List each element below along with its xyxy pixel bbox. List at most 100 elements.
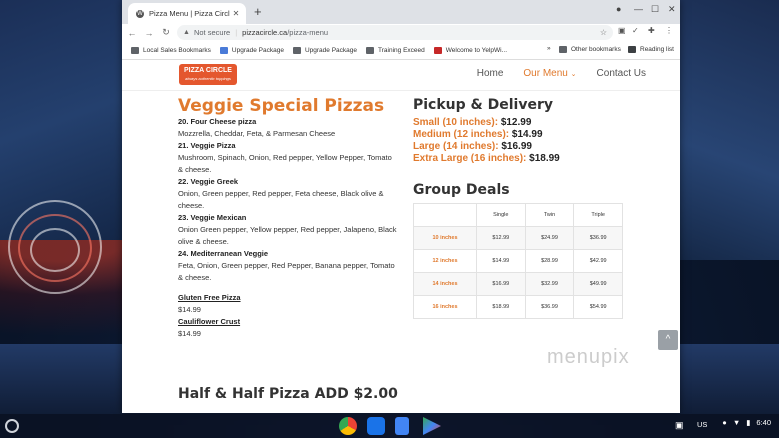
other-bookmarks[interactable]: Other bookmarks <box>559 46 621 53</box>
minimize-icon[interactable]: — <box>634 4 643 14</box>
table-cell: 14 inches <box>413 272 477 296</box>
bookmarks-overflow[interactable]: » <box>547 45 551 52</box>
table-cell: $36.99 <box>573 226 623 250</box>
record-icon[interactable]: ● <box>616 4 621 14</box>
table-cell: 10 inches <box>413 226 477 250</box>
files-icon[interactable] <box>367 417 385 435</box>
group-deals-table: Single Twin Triple 10 inches $12.99 $24.… <box>413 203 623 319</box>
folder-icon <box>292 46 301 54</box>
address-separator: | <box>235 28 238 37</box>
pizza-name: 23. Veggie Mexican <box>178 213 247 222</box>
table-header-row: Single Twin Triple <box>413 203 623 227</box>
pizza-desc: Mushroom, Spinach, Onion, Red pepper, Ye… <box>178 153 392 162</box>
bookmark-label: Upgrade Package <box>304 46 358 54</box>
security-status: Not secure <box>193 28 231 37</box>
back-icon[interactable]: ← <box>125 28 139 38</box>
bookmark-folder[interactable]: Local Sales Bookmarks <box>131 46 211 54</box>
logo-tagline: always authentic toppings <box>185 76 231 81</box>
size-label: Medium (12 inches): <box>413 129 510 140</box>
forward-icon[interactable]: → <box>142 28 156 38</box>
table-cell: $18.99 <box>476 295 526 319</box>
site-logo[interactable]: PIZZA CIRCLE always authentic toppings <box>179 64 237 85</box>
pizza-desc: & cheese. <box>178 165 212 174</box>
browser-window: W Pizza Menu | Pizza Circle ✕ + ● — ☐ ✕ … <box>122 0 680 413</box>
pizza-name: 22. Veggie Greek <box>178 177 239 186</box>
status-area[interactable]: ● ▼ ▮ 6:40 <box>722 418 771 427</box>
docs-icon[interactable] <box>395 417 409 435</box>
locale-indicator[interactable]: US <box>697 420 707 429</box>
bookmark-link[interactable]: Welcome to YelpWi... <box>433 46 508 54</box>
close-window-icon[interactable]: ✕ <box>668 4 676 15</box>
bookmark-link[interactable]: Upgrade Package <box>219 46 284 54</box>
table-row: 12 inches $14.99 $28.99 $42.99 <box>413 249 623 273</box>
bookmark-star-icon[interactable]: ☆ <box>600 28 607 37</box>
close-tab-icon[interactable]: ✕ <box>230 9 242 18</box>
table-cell: $16.99 <box>476 272 526 296</box>
pizza-desc: Onion Green pepper, Yellow pepper, Red p… <box>178 225 397 246</box>
warning-icon[interactable]: ▲ <box>183 29 190 36</box>
bookmarks-bar: Local Sales Bookmarks Upgrade Package Up… <box>122 41 680 60</box>
price-line: Small (10 inches): $12.99 <box>413 117 643 129</box>
extension-icon[interactable]: ▣ <box>618 26 626 35</box>
tab-pizza-menu[interactable]: W Pizza Menu | Pizza Circle ✕ <box>128 3 246 24</box>
clock: 6:40 <box>756 418 771 427</box>
size-label: Large (14 inches): <box>413 141 499 152</box>
pizza-desc: & cheese. <box>178 273 212 282</box>
scroll-to-top-button[interactable]: ^ <box>658 330 678 350</box>
table-header: Single <box>476 203 526 227</box>
bookmark-label: Other bookmarks <box>571 46 621 53</box>
table-row: 16 inches $18.99 $36.99 $54.99 <box>413 295 623 319</box>
play-store-icon[interactable] <box>423 417 441 435</box>
extra-name: Gluten Free Pizza <box>178 293 241 302</box>
page-icon <box>219 46 228 54</box>
light-ring <box>30 228 80 272</box>
watermark: menupix <box>547 346 630 368</box>
pizza-name: 21. Veggie Pizza <box>178 141 236 150</box>
tab-strip: W Pizza Menu | Pizza Circle ✕ + ● — ☐ ✕ <box>122 0 680 24</box>
launcher-icon[interactable] <box>5 419 19 433</box>
table-cell: $28.99 <box>524 249 575 273</box>
tab-title: Pizza Menu | Pizza Circle <box>149 9 230 18</box>
address-path: /pizza-menu <box>287 28 329 37</box>
bookmark-folder[interactable]: Training Exceed <box>366 46 425 54</box>
main-nav: Home Our Menu ⌄ Contact Us <box>477 68 646 79</box>
nav-home[interactable]: Home <box>477 68 504 79</box>
menu-dots-icon[interactable]: ⋮ <box>665 26 673 35</box>
vpn-extension-icon[interactable]: ✓ <box>632 26 639 35</box>
reading-list[interactable]: Reading list <box>628 46 674 53</box>
wifi-icon: ▼ <box>732 418 741 427</box>
pizza-item: 21. Veggie Pizza Mushroom, Spinach, Onio… <box>178 140 398 176</box>
table-cell: $14.99 <box>476 249 526 273</box>
new-tab-button[interactable]: + <box>254 4 262 20</box>
maximize-icon[interactable]: ☐ <box>651 4 659 15</box>
size-price: $14.99 <box>511 129 543 140</box>
nav-our-menu[interactable]: Our Menu ⌄ <box>523 68 576 79</box>
table-cell: $24.99 <box>524 226 575 250</box>
bookmark-label: Welcome to YelpWi... <box>445 46 508 54</box>
tote-icon[interactable]: ▣ <box>675 420 684 431</box>
size-label: Extra Large (16 inches): <box>413 153 527 164</box>
bookmark-label: Local Sales Bookmarks <box>143 46 211 54</box>
bookmark-folder[interactable]: Upgrade Package <box>292 46 358 54</box>
nav-contact-us[interactable]: Contact Us <box>597 68 646 79</box>
size-price: $12.99 <box>500 117 532 128</box>
pizza-item: 24. Mediterranean Veggie Feta, Onion, Gr… <box>178 248 398 284</box>
browser-toolbar: ← → ↻ ▲ Not secure | pizzacircle.ca /piz… <box>122 24 680 41</box>
reading-list-icon <box>628 46 636 53</box>
puzzle-icon[interactable]: ✚ <box>648 26 655 35</box>
price-line: Medium (12 inches): $14.99 <box>413 129 643 141</box>
bookmark-label: Reading list <box>640 46 674 53</box>
table-row: 14 inches $16.99 $32.99 $49.99 <box>413 272 623 296</box>
pizza-desc: Mozzrella, Cheddar, Feta, & Parmesan Che… <box>178 129 336 138</box>
pizza-item: 23. Veggie Mexican Onion Green pepper, Y… <box>178 212 398 248</box>
address-bar[interactable]: ▲ Not secure | pizzacircle.ca /pizza-men… <box>177 25 613 40</box>
table-row: 10 inches $12.99 $24.99 $36.99 <box>413 226 623 250</box>
nav-label: Our Menu <box>523 68 568 79</box>
folder-icon <box>366 46 375 54</box>
reload-icon[interactable]: ↻ <box>159 27 173 38</box>
chrome-icon[interactable] <box>339 417 357 435</box>
table-header <box>413 203 477 227</box>
pizza-item: 20. Four Cheese pizza Mozzrella, Cheddar… <box>178 116 398 140</box>
logo-text: PIZZA CIRCLE <box>184 67 232 74</box>
wallpaper-rock-right <box>679 0 779 260</box>
